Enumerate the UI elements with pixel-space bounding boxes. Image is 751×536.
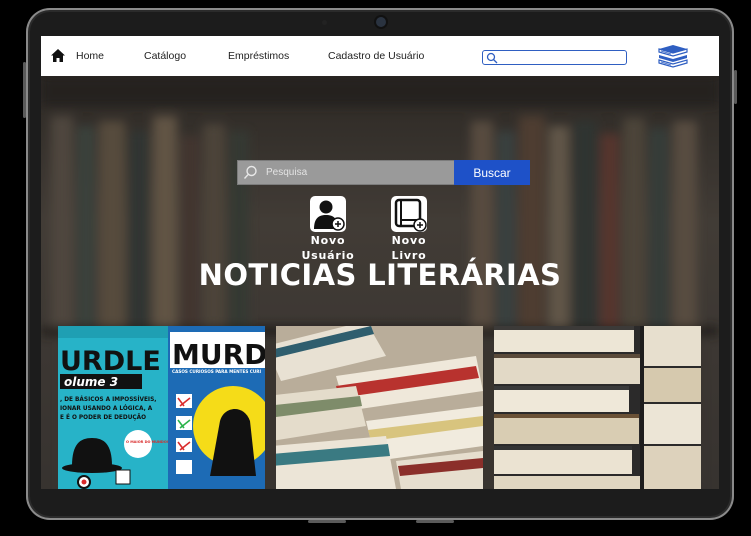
new-book-label-line1: Novo	[391, 234, 427, 247]
news-headline: NOTICIAS LITERÁRIAS	[198, 258, 562, 292]
new-book-button[interactable]: Novo Livro	[379, 196, 439, 262]
cover-left-line-3: E É O PODER DE DEDUÇÃO	[60, 413, 146, 421]
news-card-3[interactable]	[494, 326, 701, 489]
news-card-1[interactable]: URDLE olume 3 , DE BÁSICOS A IMPOSSÍVEIS…	[58, 326, 265, 489]
home-icon[interactable]	[50, 48, 66, 63]
hero-section: Buscar Novo Usuário	[41, 76, 719, 489]
bottom-button-left	[308, 520, 346, 523]
search-icon	[243, 165, 257, 179]
cover-left-volume: olume 3	[64, 375, 118, 389]
cover-left-line-1: , DE BÁSICOS A IMPOSSÍVEIS,	[60, 395, 156, 403]
nav-search-input[interactable]	[499, 51, 621, 64]
nav-home[interactable]: Home	[76, 50, 104, 62]
search-icon	[486, 52, 498, 64]
nav-catalogo[interactable]: Catálogo	[144, 50, 186, 62]
hero-search-input[interactable]	[266, 161, 451, 184]
nav-search-box	[482, 50, 627, 65]
add-book-icon	[391, 196, 427, 232]
front-sensor	[322, 20, 327, 25]
nav-emprestimos[interactable]: Empréstimos	[228, 50, 289, 62]
hero-search-box	[237, 160, 456, 185]
new-user-button[interactable]: Novo Usuário	[298, 196, 358, 262]
nav-cadastro-usuario[interactable]: Cadastro de Usuário	[328, 50, 424, 62]
cover-left-title: URDLE	[60, 346, 161, 377]
cover-right-title: MURD	[172, 338, 265, 371]
tablet-screen: Home Catálogo Empréstimos Cadastro de Us…	[41, 36, 719, 489]
cover-left-badge: O MAIOR DO MUNDO!	[126, 440, 169, 444]
add-user-icon	[310, 196, 346, 232]
bottom-button-right	[416, 520, 454, 523]
new-user-label-line1: Novo	[310, 234, 346, 247]
cover-right-subtitle: CASOS CURIOSOS PARA MENTES CURI	[172, 369, 261, 374]
navbar: Home Catálogo Empréstimos Cadastro de Us…	[41, 36, 719, 76]
news-card-2[interactable]	[276, 326, 483, 489]
front-camera	[376, 17, 386, 27]
search-button[interactable]: Buscar	[454, 160, 530, 185]
cover-left-line-2: IONAR USANDO A LÓGICA, A	[60, 405, 153, 412]
power-button	[734, 70, 737, 104]
books-logo-icon[interactable]	[657, 44, 689, 68]
